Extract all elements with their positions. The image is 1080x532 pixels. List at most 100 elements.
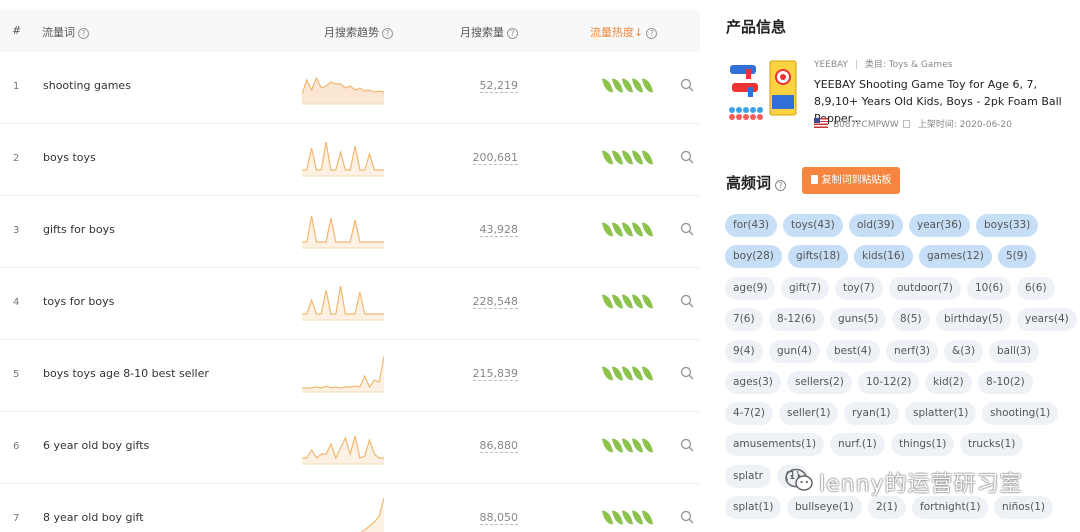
keyword-tag[interactable]: 8(5) <box>892 308 930 331</box>
keyword-tag[interactable]: ages(3) <box>725 371 781 394</box>
header-hot-sort[interactable]: 流量热度↓? <box>590 24 658 40</box>
keyword-tag[interactable]: 2(1) <box>868 496 906 519</box>
keyword-tag[interactable]: outdoor(7) <box>889 277 961 300</box>
keyword-tag[interactable]: gun(4) <box>769 340 820 363</box>
keyword-tag[interactable]: amusements(1) <box>725 433 825 456</box>
keyword-tag[interactable]: nerf(3) <box>886 340 939 363</box>
header-keyword: 流量词? <box>42 24 89 40</box>
search-volume[interactable]: 215,839 <box>472 367 518 381</box>
keyword-tag[interactable]: old(39) <box>849 214 903 237</box>
search-volume[interactable]: 86,880 <box>479 439 518 453</box>
keyword-tag[interactable]: boys(33) <box>976 214 1039 237</box>
keyword-tag[interactable]: ball(3) <box>989 340 1039 363</box>
keyword-text: gifts for boys <box>43 223 115 236</box>
keyword-tag[interactable]: things(1) <box>891 433 955 456</box>
search-volume[interactable]: 52,219 <box>479 79 518 93</box>
header-trend: 月搜索趋势? <box>324 24 393 40</box>
keyword-tag[interactable]: guns(5) <box>830 308 887 331</box>
leaf-icon <box>642 437 653 454</box>
copy-words-button[interactable]: 复制词到粘贴板 <box>802 167 900 194</box>
keyword-tag[interactable]: &(3) <box>944 340 984 363</box>
keyword-tag[interactable]: kid(2) <box>925 371 972 394</box>
table-row[interactable]: 6 6 year old boy gifts 86,880 <box>0 412 700 484</box>
keyword-tag[interactable]: years(4) <box>1017 308 1077 331</box>
help-icon[interactable]: ? <box>382 28 393 39</box>
keyword-tag[interactable]: 6(6) <box>1017 277 1055 300</box>
table-row[interactable]: 7 8 year old boy gift 88,050 <box>0 484 700 532</box>
search-icon[interactable] <box>680 366 694 380</box>
hotness-leaves <box>602 221 653 241</box>
table-row[interactable]: 4 toys for boys 228,548 <box>0 268 700 340</box>
trend-sparkline <box>302 215 384 249</box>
table-body: 1 shooting games 52,219 2 boys toys 200,681 3 g… <box>0 52 700 532</box>
help-icon[interactable]: ? <box>78 28 89 39</box>
keyword-tag[interactable]: age(9) <box>725 277 776 300</box>
keyword-tag[interactable]: gifts(18) <box>788 245 849 268</box>
header-volume[interactable]: 月搜索量? <box>460 24 518 40</box>
keyword-tag[interactable]: 5(9) <box>998 245 1036 268</box>
product-asin[interactable]: B087FCMPWW <box>833 120 899 130</box>
search-icon[interactable] <box>680 438 694 452</box>
keyword-tag[interactable]: bullseye(1) <box>787 496 862 519</box>
keyword-tag[interactable]: 8-10(2) <box>978 371 1033 394</box>
keyword-tag[interactable]: 4-7(2) <box>725 402 774 425</box>
search-icon[interactable] <box>680 510 694 524</box>
table-row[interactable]: 5 boys toys age 8-10 best seller 215,839 <box>0 340 700 412</box>
product-image[interactable] <box>726 55 806 125</box>
keyword-tag[interactable]: seller(1) <box>779 402 839 425</box>
keyword-text: boys toys age 8-10 best seller <box>43 367 209 380</box>
sort-arrow-icon: ↓ <box>634 26 644 39</box>
keyword-tag[interactable]: toy(7) <box>835 277 883 300</box>
help-icon[interactable]: ? <box>507 28 518 39</box>
table-row[interactable]: 2 boys toys 200,681 <box>0 124 700 196</box>
keyword-tag[interactable]: games(12) <box>919 245 992 268</box>
hotness-leaves <box>602 437 653 457</box>
keyword-tag[interactable]: for(43) <box>725 214 777 237</box>
keyword-tag[interactable]: fortnight(1) <box>912 496 989 519</box>
us-flag-icon <box>814 118 828 128</box>
keyword-tag[interactable]: ryan(1) <box>844 402 899 425</box>
product-category: 类目: Toys & Games <box>864 60 953 70</box>
search-volume[interactable]: 43,928 <box>479 223 518 237</box>
keyword-tag[interactable]: year(36) <box>909 214 970 237</box>
search-icon[interactable] <box>680 78 694 92</box>
keyword-table: # 流量词? 月搜索趋势? 月搜索量? 流量热度↓? 1 shooting gam… <box>0 10 700 532</box>
keyword-text: toys for boys <box>43 295 115 308</box>
right-panel: 产品信息 YEEBAY | 类目: Toys & Games YEEBAY Sh… <box>716 0 1080 532</box>
trend-sparkline <box>302 76 384 105</box>
keyword-tag[interactable]: shooting(1) <box>982 402 1059 425</box>
keyword-tag[interactable]: gift(7) <box>781 277 830 300</box>
keyword-tag[interactable]: kids(16) <box>854 245 913 268</box>
keyword-tag[interactable]: splatter(1) <box>905 402 977 425</box>
keyword-tag[interactable]: trucks(1) <box>960 433 1024 456</box>
keyword-tag[interactable]: nurf.(1) <box>830 433 885 456</box>
keyword-tag[interactable]: 10(6) <box>967 277 1012 300</box>
search-icon[interactable] <box>680 150 694 164</box>
keyword-tag[interactable]: splat(1) <box>725 496 782 519</box>
table-row[interactable]: 1 shooting games 52,219 <box>0 52 700 124</box>
search-volume[interactable]: 228,548 <box>472 295 518 309</box>
high-freq-title: 高频词? <box>726 172 787 193</box>
copy-icon[interactable] <box>902 120 910 128</box>
keyword-tag[interactable]: splatr <box>725 465 771 488</box>
keyword-tag[interactable]: boy(28) <box>725 245 782 268</box>
brand-name[interactable]: YEEBAY <box>814 60 848 70</box>
keyword-tag[interactable]: toys(43) <box>783 214 843 237</box>
keyword-tag[interactable]: 9(4) <box>725 340 763 363</box>
help-icon[interactable]: ? <box>775 180 787 191</box>
search-volume[interactable]: 88,050 <box>479 511 518 525</box>
search-icon[interactable] <box>680 222 694 236</box>
keyword-tag[interactable]: niños(1) <box>994 496 1053 519</box>
keyword-tag[interactable]: 10-12(2) <box>858 371 920 394</box>
product-info-title: 产品信息 <box>726 18 787 36</box>
keyword-tag[interactable]: sellers(2) <box>787 371 852 394</box>
search-volume[interactable]: 200,681 <box>472 151 518 165</box>
keyword-tag[interactable]: birthday(5) <box>936 308 1011 331</box>
table-header: # 流量词? 月搜索趋势? 月搜索量? 流量热度↓? <box>0 10 700 52</box>
keyword-tag[interactable]: 8-12(6) <box>769 308 824 331</box>
help-icon[interactable]: ? <box>646 28 658 39</box>
table-row[interactable]: 3 gifts for boys 43,928 <box>0 196 700 268</box>
keyword-tag[interactable]: 7(6) <box>725 308 763 331</box>
keyword-tag[interactable]: best(4) <box>826 340 880 363</box>
search-icon[interactable] <box>680 294 694 308</box>
